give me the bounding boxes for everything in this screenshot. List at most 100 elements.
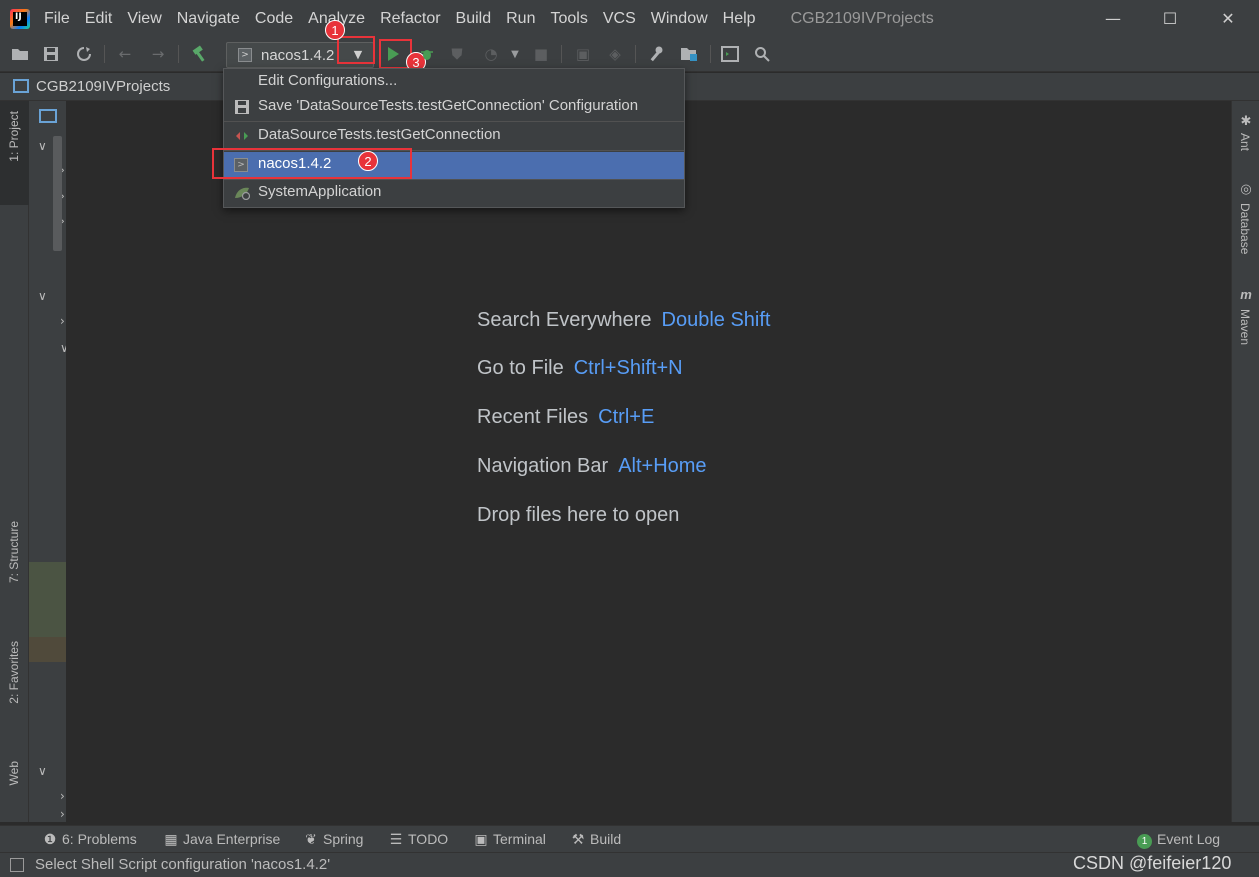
junit-icon: [234, 129, 250, 145]
menu-tools[interactable]: Tools: [550, 10, 587, 28]
settings-wrench-icon[interactable]: [647, 45, 665, 63]
chevron-down-icon[interactable]: ∨: [38, 139, 47, 153]
status-bar: Select Shell Script configuration 'nacos…: [0, 852, 1259, 877]
menu-window[interactable]: Window: [651, 10, 708, 28]
breadcrumb-project[interactable]: CGB2109IVProjects: [36, 78, 170, 95]
right-tool-strip: ✱ Ant ◎ Database m Maven: [1231, 101, 1259, 822]
save-icon: [234, 100, 250, 116]
tab-java-enterprise[interactable]: ▦ Java Enterprise: [163, 831, 280, 848]
menu-vcs[interactable]: VCS: [603, 10, 636, 28]
chevron-right-icon[interactable]: ›: [60, 807, 65, 821]
open-folder-icon[interactable]: [11, 45, 29, 63]
tab-todo[interactable]: ☰ TODO: [388, 831, 448, 848]
annotation-badge-1: 1: [325, 20, 345, 40]
tab-event-log[interactable]: 1 Event Log: [1137, 831, 1220, 849]
run-configuration-popup: Edit Configurations... Save 'DataSourceT…: [223, 68, 685, 208]
menu-separator: [224, 121, 684, 122]
event-count-badge: 1: [1137, 834, 1152, 849]
module-icon: [13, 79, 29, 93]
tab-terminal[interactable]: ▣ Terminal: [473, 831, 546, 848]
tab-spring[interactable]: ❦ Spring: [303, 831, 363, 848]
menu-build[interactable]: Build: [456, 10, 492, 28]
chevron-right-icon[interactable]: ›: [60, 314, 65, 328]
tab-project[interactable]: 1: Project: [0, 101, 29, 205]
menu-refactor[interactable]: Refactor: [380, 10, 440, 28]
build-hammer-icon[interactable]: [191, 45, 209, 63]
chevron-right-icon[interactable]: ›: [60, 789, 65, 803]
tab-project-label: 1: Project: [7, 111, 21, 162]
terminal-window-icon[interactable]: [721, 45, 739, 63]
tab-web-label: Web: [7, 761, 21, 786]
menu-run[interactable]: Run: [506, 10, 535, 28]
menu-item-datasource-tests[interactable]: DataSourceTests.testGetConnection: [224, 123, 684, 150]
chevron-down-icon[interactable]: ▼: [506, 45, 524, 63]
scrollbar[interactable]: [53, 136, 62, 251]
toolbar-separator: [561, 45, 562, 63]
menu-help[interactable]: Help: [723, 10, 756, 28]
tab-database[interactable]: ◎ Database: [1232, 181, 1259, 271]
menu-navigate[interactable]: Navigate: [177, 10, 240, 28]
tab-structure[interactable]: 7: Structure: [0, 521, 29, 621]
left-tool-strip: 1: Project 7: Structure 2: Favorites Web: [0, 101, 29, 822]
problems-icon: ❶: [43, 831, 57, 847]
build-hammer-icon: ⚒: [571, 831, 585, 847]
profiler-icon[interactable]: ◔: [482, 45, 500, 63]
tab-build[interactable]: ⚒ Build: [570, 831, 621, 848]
forward-arrow-icon[interactable]: →: [149, 45, 167, 63]
spring-icon: ❦: [305, 831, 317, 847]
tab-favorites-label: 2: Favorites: [7, 641, 21, 704]
chevron-down-icon[interactable]: ∨: [38, 764, 47, 778]
tab-maven[interactable]: m Maven: [1232, 287, 1259, 357]
menu-edit[interactable]: Edit: [85, 10, 113, 28]
maximize-button[interactable]: ☐: [1147, 0, 1193, 37]
minimize-button[interactable]: —: [1090, 0, 1136, 37]
todo-list-icon: ☰: [389, 831, 403, 847]
tab-problems[interactable]: ❶ 6: Problems: [42, 831, 137, 848]
tab-ant[interactable]: ✱ Ant: [1232, 111, 1259, 161]
maven-icon: m: [1240, 287, 1252, 302]
hint-go-to-file: Go to File Ctrl+Shift+N: [477, 357, 683, 379]
terminal-icon: ▣: [474, 831, 488, 847]
menu-file[interactable]: File: [44, 10, 70, 28]
chevron-down-icon[interactable]: ∨: [38, 289, 47, 303]
toolbar-separator: [178, 45, 179, 63]
tree-highlight: [29, 562, 66, 637]
watermark: CSDN @feifeier120: [1073, 853, 1232, 873]
stop-icon[interactable]: ■: [532, 45, 550, 63]
window-title: CGB2109IVProjects: [790, 9, 934, 27]
menu-item-edit-configurations[interactable]: Edit Configurations...: [224, 69, 684, 96]
layout-toggle-icon[interactable]: [10, 858, 24, 872]
run-configuration-label: nacos1.4.2: [261, 47, 335, 64]
tab-web[interactable]: Web: [0, 761, 29, 811]
back-arrow-icon[interactable]: ←: [116, 45, 134, 63]
main-toolbar: ← → > nacos1.4.2 ▼ 1 3 ⛊ ◔ ▼ ■ ▣ ◈: [0, 20, 1259, 72]
annotation-box-2: [212, 148, 412, 179]
status-message: Select Shell Script configuration 'nacos…: [35, 856, 331, 873]
project-structure-icon[interactable]: [680, 45, 698, 63]
hint-drop-files: Drop files here to open: [477, 504, 680, 526]
attach-debugger-icon[interactable]: ▣: [574, 45, 592, 63]
shell-script-icon: >: [238, 48, 252, 62]
menu-bar: IJ File Edit View Navigate Code Analyze …: [0, 0, 1259, 37]
menu-view[interactable]: View: [127, 10, 161, 28]
toolbar-separator: [104, 45, 105, 63]
hint-recent-files: Recent Files Ctrl+E: [477, 406, 655, 428]
debug-bug-icon[interactable]: [418, 45, 436, 63]
menu-item-save-configuration[interactable]: Save 'DataSourceTests.testGetConnection'…: [224, 94, 684, 121]
hint-navigation-bar: Navigation Bar Alt+Home: [477, 455, 707, 477]
editor-empty-area[interactable]: Search Everywhere Double Shift Go to File…: [66, 101, 1231, 822]
project-view-icon[interactable]: [39, 109, 57, 123]
save-all-icon[interactable]: [42, 45, 60, 63]
search-icon[interactable]: [753, 45, 771, 63]
tree-highlight: [29, 637, 66, 662]
tab-favorites[interactable]: 2: Favorites: [0, 641, 29, 741]
menu-item-system-application[interactable]: SystemApplication: [224, 180, 684, 207]
toolbar-separator: [710, 45, 711, 63]
close-button[interactable]: ✕: [1205, 0, 1251, 37]
menu-code[interactable]: Code: [255, 10, 293, 28]
java-enterprise-icon: ▦: [164, 831, 178, 847]
cube-icon[interactable]: ◈: [606, 45, 624, 63]
ant-icon: ✱: [1240, 113, 1252, 128]
sync-icon[interactable]: [75, 45, 93, 63]
coverage-icon[interactable]: ⛊: [448, 45, 466, 63]
